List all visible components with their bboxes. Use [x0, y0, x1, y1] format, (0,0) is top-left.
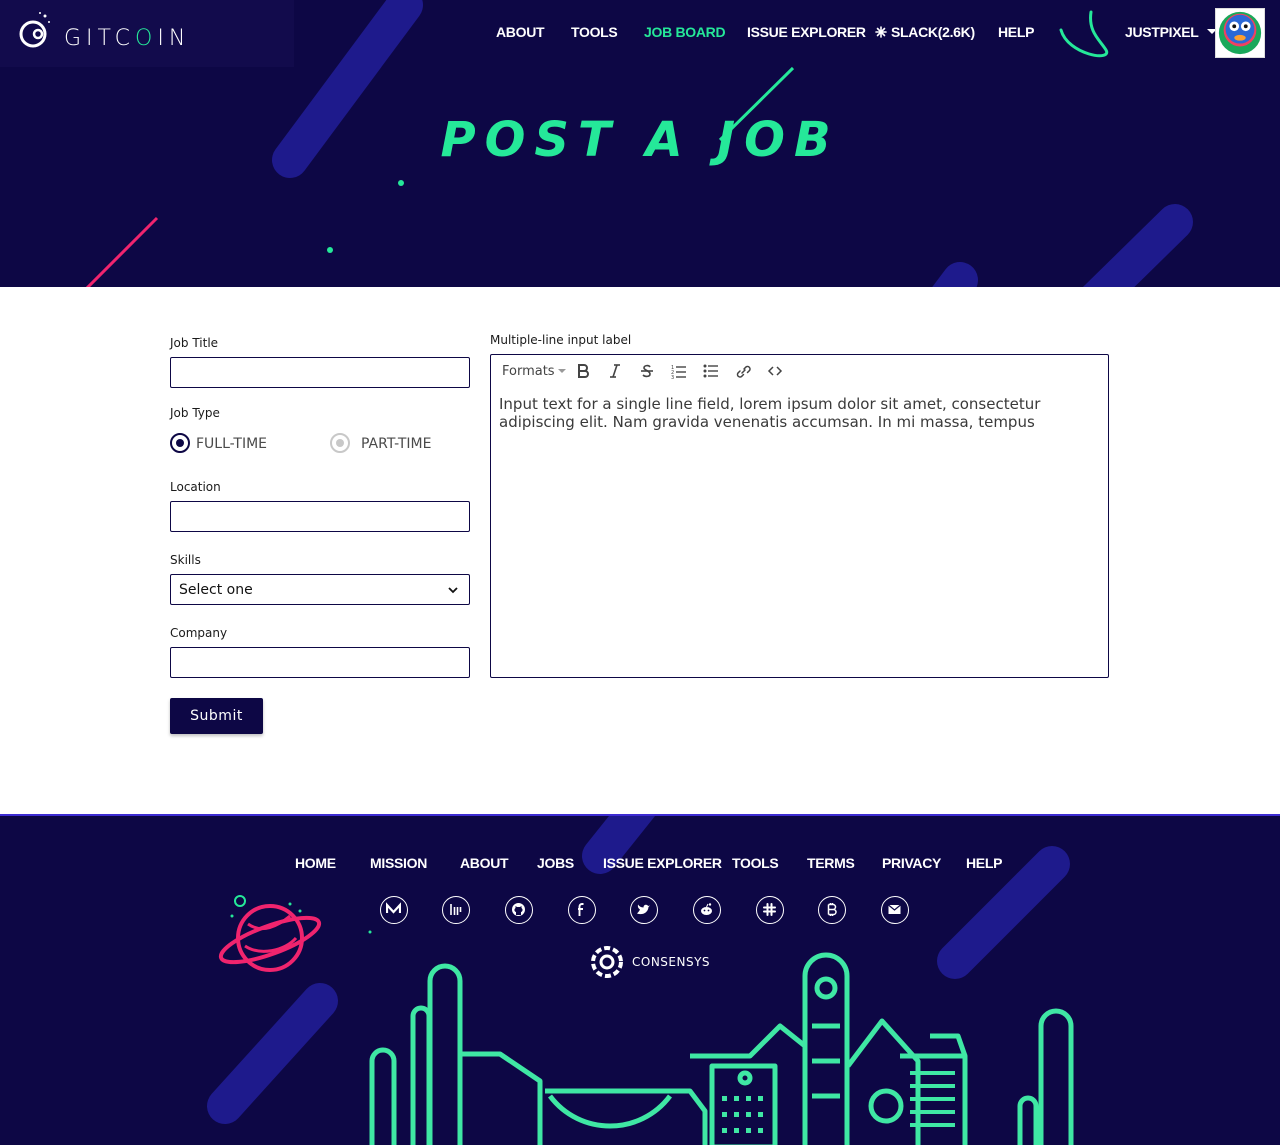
email-icon[interactable] [881, 896, 909, 924]
footer-nav-help[interactable]: HELP [966, 855, 1002, 871]
strikethrough-icon[interactable] [638, 363, 656, 379]
consensys-logo[interactable]: CONSENSYS [590, 945, 710, 979]
avatar[interactable] [1215, 8, 1265, 58]
nav-tools[interactable]: TOOLS [571, 24, 618, 44]
consensys-icon [591, 946, 623, 978]
bullet-list-icon[interactable] [702, 363, 720, 379]
footer-nav-about[interactable]: ABOUT [460, 855, 509, 871]
hero-header: GITCOIN ABOUT TOOLS JOB BOARD ISSUE EXPL… [0, 0, 1280, 287]
submit-button[interactable]: Submit [170, 698, 263, 734]
formats-dropdown[interactable]: Formats [502, 364, 566, 379]
github-icon[interactable] [505, 896, 533, 924]
svg-text:3: 3 [671, 375, 674, 379]
medium-icon[interactable] [380, 896, 408, 924]
part-time-radio[interactable] [330, 433, 350, 453]
footer-nav-issue-explorer[interactable]: ISSUE EXPLORER [603, 855, 722, 871]
footer-nav-terms[interactable]: TERMS [807, 855, 855, 871]
avatar-image [1218, 11, 1262, 55]
footer-nav-jobs[interactable]: JOBS [537, 855, 574, 871]
slack-icon[interactable] [756, 896, 784, 924]
reddit-icon[interactable] [693, 896, 721, 924]
page-title: POST A JOB [440, 112, 840, 168]
description-text[interactable]: Input text for a single line field, lore… [499, 395, 1089, 431]
ordered-list-icon[interactable]: 123 [670, 363, 688, 379]
city-skyline [369, 952, 1074, 1145]
company-label: Company [170, 626, 228, 640]
nav-slack[interactable]: SLACK(2.6K) [875, 24, 975, 44]
bold-icon[interactable] [574, 363, 592, 379]
job-title-label: Job Title [170, 336, 219, 350]
nav-about[interactable]: ABOUT [496, 24, 545, 44]
location-label: Location [170, 480, 221, 494]
formats-label: Formats [502, 364, 555, 379]
part-time-label[interactable]: PART-TIME [361, 436, 431, 452]
slack-icon [875, 26, 887, 38]
username: JUSTPIXEL [1125, 24, 1199, 40]
footer-nav-mission[interactable]: MISSION [370, 855, 427, 871]
full-time-radio[interactable] [170, 433, 190, 453]
post-job-form: Job Title Job Type FULL-TIME PART-TIME L… [0, 287, 1280, 814]
bitcoin-icon[interactable] [818, 896, 846, 924]
caret-down-icon [557, 369, 566, 373]
nav-slack-label: SLACK(2.6K) [891, 24, 975, 40]
job-type-label: Job Type [170, 406, 220, 420]
gitcoin-logo-icon [19, 12, 50, 48]
skills-label: Skills [170, 553, 201, 567]
gitcoin-swirl-icon [1059, 10, 1109, 58]
description-label: Multiple-line input label [490, 333, 632, 347]
logo-wordmark: GITCOIN [64, 26, 191, 51]
footer-nav-privacy[interactable]: PRIVACY [882, 855, 941, 871]
location-input[interactable] [170, 501, 470, 532]
user-menu[interactable]: JUSTPIXEL [1125, 24, 1217, 44]
footer-nav-tools[interactable]: TOOLS [732, 855, 779, 871]
planet-illustration [218, 895, 372, 972]
consensys-label: CONSENSYS [632, 955, 711, 969]
twitter-icon[interactable] [630, 896, 658, 924]
italic-icon[interactable] [606, 363, 624, 379]
editor-toolbar: Formats 123 [491, 355, 1108, 387]
nav-help[interactable]: HELP [998, 24, 1034, 44]
skills-select-value: Select one [179, 582, 253, 598]
job-title-input[interactable] [170, 357, 470, 388]
facebook-icon[interactable] [568, 896, 596, 924]
footer: HOME MISSION ABOUT JOBS ISSUE EXPLORER T… [0, 814, 1280, 1145]
full-time-label[interactable]: FULL-TIME [196, 436, 267, 452]
company-input[interactable] [170, 647, 470, 678]
skills-select[interactable]: Select one [170, 574, 470, 605]
link-icon[interactable] [734, 363, 752, 379]
code-icon[interactable] [766, 363, 784, 379]
gitter-icon[interactable] [442, 896, 470, 924]
nav-issue-explorer[interactable]: ISSUE EXPLORER [747, 24, 866, 44]
nav-job-board[interactable]: JOB BOARD [644, 24, 726, 44]
footer-nav-home[interactable]: HOME [295, 855, 336, 871]
chevron-down-icon [448, 587, 458, 594]
logo[interactable]: GITCOIN [0, 0, 294, 67]
description-editor[interactable]: Formats 123 Input text for a single line… [490, 354, 1109, 678]
